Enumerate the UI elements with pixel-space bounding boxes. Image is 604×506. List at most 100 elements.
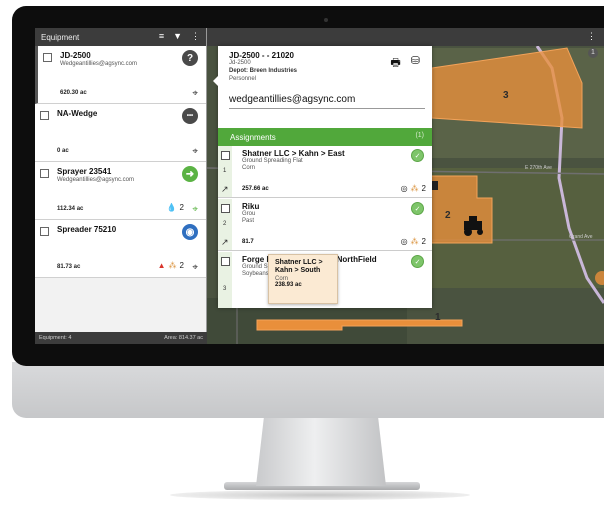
header-actions: ≡ ▼ ⋮ — [159, 31, 200, 42]
assignment-meta-count: 2 — [421, 184, 426, 193]
assignments-count-badge: (1) — [415, 132, 424, 139]
sort-icon[interactable]: ≡ — [159, 31, 164, 42]
zoom-indicator[interactable]: 1 — [588, 48, 598, 58]
calendar-check-icon[interactable]: ✓ — [411, 202, 424, 215]
assignment-operation: Ground Spreading Flat — [242, 158, 303, 164]
field-label-1: 1 — [435, 312, 441, 323]
camera — [324, 18, 328, 22]
locate-icon[interactable]: ⌖ — [192, 262, 198, 273]
assignment-row[interactable]: 1 ↗ Shatner LLC > Kahn > East Ground Spr… — [218, 146, 432, 198]
equipment-acres: 112.34 ac — [57, 206, 84, 212]
calendar-check-icon[interactable]: ✓ — [411, 255, 424, 268]
equipment-email: Wedgeantillies@agsync.com — [60, 61, 138, 67]
assignment-name: Shatner LLC > Kahn > East — [242, 149, 345, 158]
equipment-name: Sprayer 23541 — [57, 167, 112, 176]
nodes-icon: ⁂ — [410, 184, 419, 193]
equipment-acres: 0 ac — [57, 148, 69, 154]
equipment-item[interactable]: Sprayer 23541 Wedgeantillies@agsync.com … — [35, 162, 206, 220]
assignments-header[interactable]: Assignments (1) — [218, 128, 432, 146]
monitor-chin — [12, 362, 604, 418]
assignment-checkbox[interactable] — [221, 204, 230, 213]
road-label-grand: Grand Ave — [569, 234, 593, 240]
more-icon[interactable]: ••• — [182, 108, 198, 124]
monitor-stand — [256, 418, 386, 486]
equipment-checkbox[interactable] — [40, 227, 49, 236]
map-header — [207, 28, 604, 46]
assignment-number: 2 — [223, 221, 227, 227]
assignment-meta-count: 2 — [421, 237, 426, 246]
assignment-number: 3 — [223, 286, 227, 292]
app-screen: 3 2 1 E 270th Ave Grand Ave ⋮ 1 JD-2500 … — [35, 28, 604, 344]
locate-icon[interactable]: ⌖ — [192, 204, 198, 215]
locate-icon[interactable]: ⌖ — [192, 88, 198, 99]
locate-icon[interactable]: ⌖ — [192, 146, 198, 157]
equipment-name: Spreader 75210 — [57, 225, 117, 234]
monitor-stage: 3 2 1 E 270th Ave Grand Ave ⋮ 1 JD-2500 … — [0, 0, 604, 506]
equipment-checkbox[interactable] — [40, 169, 49, 178]
help-icon[interactable]: ? — [182, 50, 198, 66]
assignment-checkbox[interactable] — [221, 257, 230, 266]
field-tooltip: Shatner LLC > Kahn > South Corn 238.93 a… — [268, 254, 338, 304]
equipment-count: Equipment: 4 — [39, 335, 72, 341]
target-icon: ◎ — [400, 184, 408, 193]
equipment-detail-panel: JD-2500 - - 21020 Jd-2500 Depot: Breen I… — [213, 46, 432, 308]
email-underline — [229, 108, 425, 109]
print-icon[interactable]: 🖶 — [390, 54, 400, 73]
detail-title: JD-2500 - - 21020 — [229, 51, 294, 60]
spreader-icon[interactable]: ◉ — [182, 224, 198, 240]
detail-depot: Depot: Breen Industries — [229, 68, 298, 74]
panel-pointer — [213, 76, 218, 86]
equipment-meta: 💧 2 — [167, 203, 184, 212]
equipment-title: Equipment — [41, 32, 80, 42]
assignment-crop: Corn — [242, 165, 256, 171]
detail-model: Jd-2500 — [229, 60, 251, 66]
assignment-meta: ◎ ⁂ 2 — [401, 237, 426, 246]
map-menu-icon[interactable]: ⋮ — [587, 31, 596, 42]
equipment-item[interactable]: NA-Wedge 0 ac ••• ⌖ — [35, 104, 206, 162]
field-label-2: 2 — [445, 210, 451, 221]
equipment-item[interactable]: Spreader 75210 81.73 ac ◉ ▲ ⁂ 2 ⌖ — [35, 220, 206, 278]
warning-icon: ▲ — [157, 261, 166, 270]
equipment-area: Area: 814.37 ac — [164, 335, 203, 341]
equipment-checkbox[interactable] — [43, 53, 52, 62]
monitor-shadow — [170, 490, 470, 500]
equipment-header: Equipment ≡ ▼ ⋮ — [35, 28, 206, 46]
equipment-checkbox[interactable] — [40, 111, 49, 120]
nodes-icon: ⁂ — [168, 261, 177, 270]
calendar-check-icon[interactable]: ✓ — [411, 149, 424, 162]
equipment-item[interactable]: JD-2500 Wedgeantillies@agsync.com 620.30… — [35, 46, 206, 104]
equipment-panel: Equipment ≡ ▼ ⋮ JD-2500 Wedgeantillies@a… — [35, 28, 207, 344]
assignment-number: 1 — [223, 168, 227, 174]
detail-actions: 🖶 ⛁ — [390, 54, 420, 73]
tooltip-field-name: Shatner LLC > Kahn > South — [275, 259, 323, 274]
assignment-checkbox[interactable] — [221, 151, 230, 160]
tooltip-acres: 238.93 ac — [275, 282, 302, 288]
assignment-acres: 257.66 ac — [242, 186, 269, 192]
assignment-meta: ◎ ⁂ 2 — [401, 184, 426, 193]
equipment-meta-count: 2 — [179, 261, 184, 270]
assignment-operation: Grou — [242, 211, 256, 217]
field-label-3: 3 — [503, 90, 509, 101]
more-vert-icon[interactable]: ⋮ — [191, 31, 200, 42]
equipment-acres: 81.73 ac — [57, 264, 81, 270]
assignment-crop: Past — [242, 218, 255, 224]
assignments-label: Assignments — [230, 132, 276, 142]
nodes-icon: ⁂ — [410, 237, 419, 246]
equipment-name: NA-Wedge — [57, 109, 98, 118]
external-link-icon[interactable]: ↗ — [221, 184, 229, 195]
droplet-icon: 💧 — [166, 203, 177, 212]
assignment-acres: 81.7 — [242, 239, 254, 245]
tank-icon[interactable]: ⛁ — [411, 54, 420, 73]
external-link-icon[interactable]: ↗ — [221, 237, 229, 248]
equipment-footer: Equipment: 4 Area: 814.37 ac — [35, 332, 207, 344]
arrow-right-icon[interactable]: ➜ — [182, 166, 198, 182]
assignment-crop: Soybeans — [242, 271, 269, 277]
equipment-acres: 620.30 ac — [60, 90, 87, 96]
road-label-270th: E 270th Ave — [525, 165, 552, 171]
equipment-email: Wedgeantillies@agsync.com — [57, 177, 135, 183]
equipment-meta-count: 2 — [179, 203, 184, 212]
assignment-name: Riku — [242, 202, 260, 211]
assignment-row[interactable]: 2 ↗ Riku Grou Past 81.7 ✓ ◎ ⁂ 2 — [218, 199, 432, 251]
detail-category: Personnel — [229, 76, 257, 82]
filter-icon[interactable]: ▼ — [173, 31, 182, 42]
